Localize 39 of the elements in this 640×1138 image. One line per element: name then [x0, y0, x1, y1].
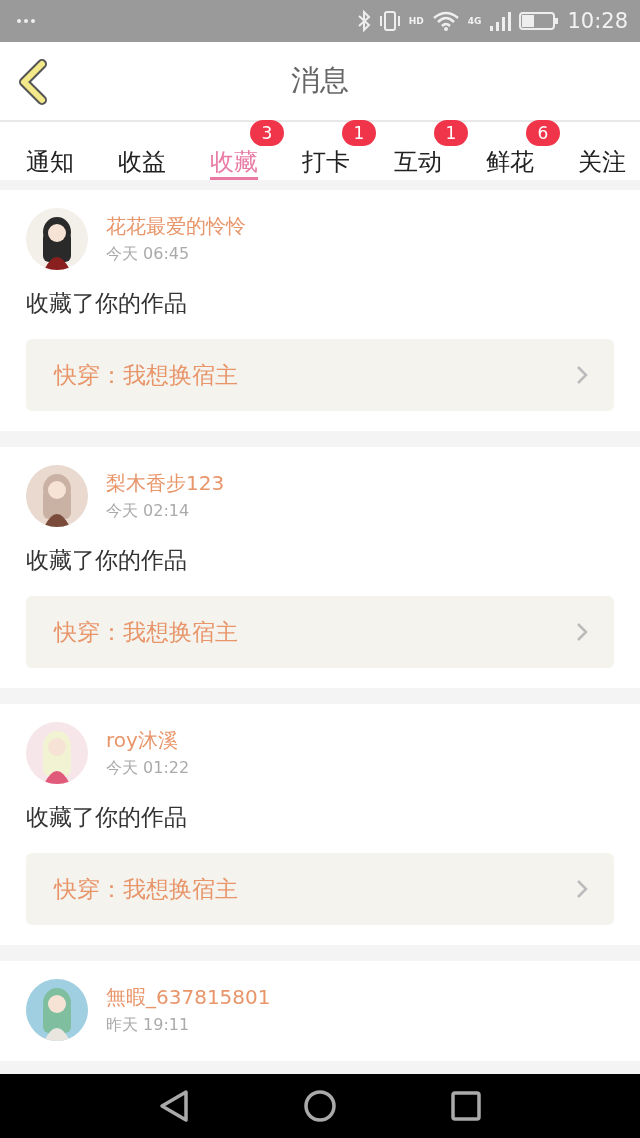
message-time: 今天 01:22	[106, 758, 190, 779]
chevron-right-icon	[576, 879, 588, 899]
vibrate-icon	[378, 10, 401, 32]
count-badge: 1	[434, 120, 468, 146]
message-text: 收藏了你的作品	[26, 546, 188, 575]
count-badge: 6	[526, 120, 560, 146]
message-time: 昨天 19:11	[106, 1015, 191, 1036]
hd-label: HD	[408, 16, 424, 26]
battery-icon	[519, 11, 560, 31]
chevron-right-icon	[576, 622, 588, 642]
chevron-right-icon	[576, 365, 588, 385]
count-badge: 1	[342, 120, 376, 146]
tab[interactable]: 互动	[394, 146, 442, 180]
tab[interactable]: 收益	[118, 146, 166, 180]
clock: 10:28	[567, 9, 628, 33]
home-nav-button[interactable]	[302, 1088, 338, 1124]
tab[interactable]: 通知	[26, 146, 74, 180]
tab[interactable]: 鲜花	[486, 146, 534, 180]
user-name[interactable]: 梨木香步123	[106, 470, 225, 497]
user-name[interactable]: 花花最爱的怜怜	[106, 213, 246, 240]
wifi-icon	[431, 11, 460, 31]
user-name[interactable]: roy沐溪	[106, 727, 190, 754]
bluetooth-icon	[356, 10, 371, 32]
count-badge: 3	[250, 120, 284, 146]
work-link[interactable]: 快穿：我想换宿主	[26, 596, 614, 668]
work-link[interactable]: 快穿：我想换宿主	[26, 853, 614, 925]
work-link[interactable]: 快穿：我想换宿主	[26, 339, 614, 411]
signal-icon	[489, 10, 512, 32]
recents-nav-button[interactable]	[448, 1088, 484, 1124]
tab[interactable]: 关注	[578, 146, 626, 180]
tab[interactable]: 打卡	[302, 146, 350, 180]
message-time: 今天 06:45	[106, 244, 191, 265]
more-icon	[16, 18, 36, 24]
message-time: 今天 02:14	[106, 501, 191, 522]
network-label: 4G	[467, 16, 482, 26]
message-text: 收藏了你的作品	[26, 289, 188, 318]
user-name[interactable]: 無暇_637815801	[106, 984, 271, 1011]
message-text: 收藏了你的作品	[26, 803, 188, 832]
page-title: 消息	[291, 62, 349, 99]
